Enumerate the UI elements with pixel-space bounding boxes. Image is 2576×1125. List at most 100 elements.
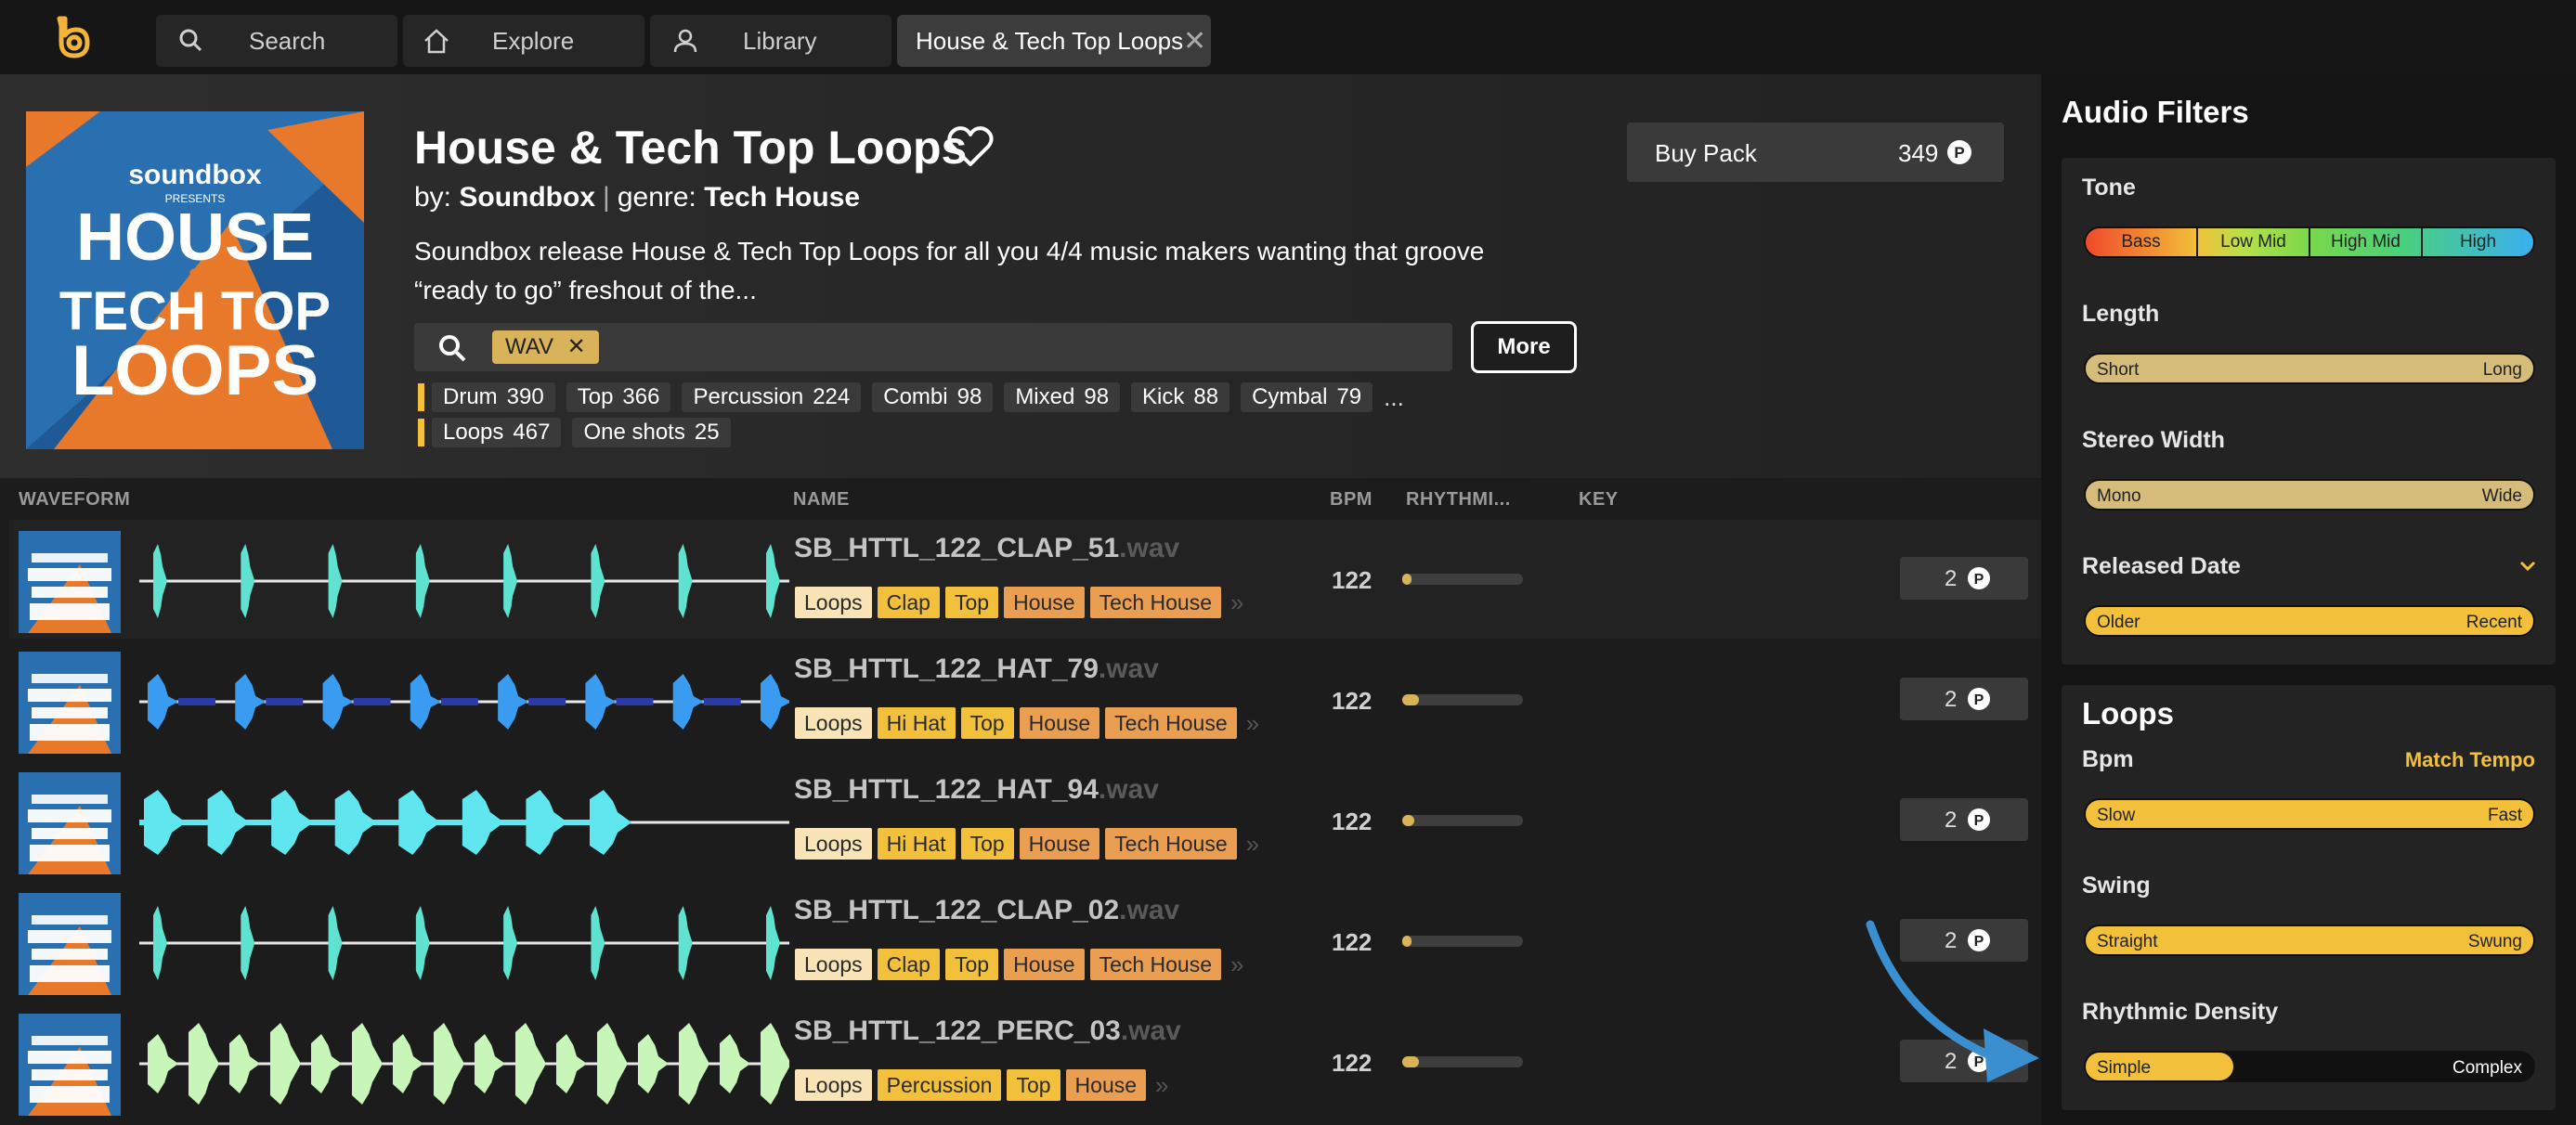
rhythmic-density-slider[interactable]: Simple Complex <box>2084 1051 2535 1082</box>
sample-pack-thumbnail[interactable] <box>19 893 121 995</box>
filter-chip[interactable]: Top 366 <box>566 382 671 412</box>
col-key[interactable]: KEY <box>1579 489 1619 511</box>
rhythm-meter <box>1402 815 1523 826</box>
table-row[interactable]: SB_HTTL_122_CLAP_02.wav Loops Clap Top House… <box>9 882 2041 1001</box>
sample-tag[interactable]: Tech House <box>1105 707 1237 739</box>
col-rhythm[interactable]: RHYTHMI... <box>1406 489 1511 511</box>
more-tags-icon[interactable]: » <box>1230 588 1243 617</box>
sample-tag[interactable]: Tech House <box>1105 828 1237 860</box>
sample-file-name[interactable]: SB_HTTL_122_HAT_79.wav <box>794 653 1159 685</box>
more-tags-icon[interactable]: » <box>1155 1071 1168 1100</box>
heart-icon[interactable] <box>947 125 994 168</box>
table-row[interactable]: SB_HTTL_122_HAT_94.wav Loops Hi Hat Top Hous… <box>9 761 2041 880</box>
released-date-label[interactable]: Released Date <box>2082 553 2241 580</box>
sample-file-name[interactable]: SB_HTTL_122_CLAP_02.wav <box>794 895 1179 926</box>
sample-tag[interactable]: Clap <box>877 949 940 980</box>
sample-file-name[interactable]: SB_HTTL_122_HAT_94.wav <box>794 774 1159 806</box>
waveform-display[interactable] <box>139 767 789 878</box>
sample-file-name[interactable]: SB_HTTL_122_CLAP_51.wav <box>794 533 1179 564</box>
pack-genre-link[interactable]: Tech House <box>704 182 860 213</box>
sample-tag[interactable]: Loops <box>795 587 872 618</box>
sample-tag[interactable]: House <box>1065 1069 1147 1101</box>
sample-tag[interactable]: Tech House <box>1089 587 1222 618</box>
sample-pack-thumbnail[interactable] <box>19 1014 121 1116</box>
stereo-width-slider[interactable]: Mono Wide <box>2084 479 2535 511</box>
released-date-slider[interactable]: Older Recent <box>2084 605 2535 637</box>
sample-tag[interactable]: Loops <box>795 1069 872 1101</box>
sample-pack-thumbnail[interactable] <box>19 531 121 633</box>
col-name[interactable]: NAME <box>793 489 850 511</box>
sample-tag[interactable]: Loops <box>795 949 872 980</box>
match-tempo-button[interactable]: Match Tempo <box>2405 748 2535 772</box>
length-slider[interactable]: Short Long <box>2084 353 2535 384</box>
filter-chip[interactable]: Drum 390 <box>432 382 555 412</box>
sample-price-button[interactable]: 2P <box>1900 798 2028 841</box>
sample-tag[interactable]: Clap <box>877 587 940 618</box>
more-tags-icon[interactable]: » <box>1246 709 1259 738</box>
density-max: Complex <box>2452 1058 2522 1078</box>
sample-tag[interactable]: Percussion <box>877 1069 1002 1101</box>
sample-tag[interactable]: Top <box>944 587 999 618</box>
table-row[interactable]: SB_HTTL_122_PERC_03.wav Loops Percussion To… <box>9 1002 2041 1121</box>
tone-band-high[interactable]: High <box>2423 228 2533 256</box>
tone-band-bass[interactable]: Bass <box>2086 228 2198 256</box>
tab-explore[interactable]: Explore <box>403 15 644 67</box>
filter-chip[interactable]: Cymbal 79 <box>1241 382 1373 412</box>
app-logo-icon[interactable] <box>48 15 93 59</box>
sample-pack-thumbnail[interactable] <box>19 652 121 754</box>
tone-band-low-mid[interactable]: Low Mid <box>2198 228 2310 256</box>
swing-slider[interactable]: Straight Swung <box>2084 925 2535 956</box>
sample-file-name[interactable]: SB_HTTL_122_PERC_03.wav <box>794 1015 1181 1047</box>
sample-tag[interactable]: Top <box>1007 1069 1060 1101</box>
filter-more-ellipsis[interactable]: ... <box>1384 383 1404 412</box>
tab-pack-active[interactable]: House & Tech Top Loops ✕ <box>897 15 1211 67</box>
buy-pack-button[interactable]: Buy Pack 349 P <box>1627 123 2004 182</box>
tab-search[interactable]: Search <box>156 15 397 67</box>
more-tags-icon[interactable]: » <box>1246 830 1259 859</box>
sample-tag[interactable]: House <box>1004 949 1085 980</box>
waveform-display[interactable] <box>139 1008 789 1119</box>
sample-tag[interactable]: Hi Hat <box>877 828 956 860</box>
filter-chip[interactable]: Loops 467 <box>432 418 562 447</box>
sample-tag[interactable]: Top <box>960 707 1014 739</box>
search-input[interactable]: WAV ✕ <box>414 323 1452 371</box>
sample-tag[interactable]: Top <box>944 949 999 980</box>
col-bpm[interactable]: BPM <box>1330 489 1373 511</box>
sample-tag[interactable]: House <box>1019 707 1100 739</box>
more-tags-icon[interactable]: » <box>1230 950 1243 979</box>
table-row[interactable]: SB_HTTL_122_CLAP_51.wav Loops Clap Top House… <box>9 520 2041 639</box>
waveform-display[interactable] <box>139 887 789 999</box>
sample-tag[interactable]: Hi Hat <box>877 707 956 739</box>
filter-chip[interactable]: One shots 25 <box>572 418 731 447</box>
bpm-slider[interactable]: Slow Fast <box>2084 798 2535 830</box>
filter-chip[interactable]: Combi 98 <box>872 382 994 412</box>
waveform-display[interactable] <box>139 525 789 637</box>
tone-band-high-mid[interactable]: High Mid <box>2310 228 2423 256</box>
sample-tag[interactable]: Loops <box>795 828 872 860</box>
filter-group-marker <box>418 419 424 446</box>
col-waveform[interactable]: WAVEFORM <box>19 489 130 511</box>
sample-pack-thumbnail[interactable] <box>19 772 121 874</box>
chevron-down-icon[interactable] <box>2518 559 2537 574</box>
sample-tag[interactable]: House <box>1019 828 1100 860</box>
sample-tag[interactable]: Loops <box>795 707 872 739</box>
waveform-tail <box>353 698 391 705</box>
close-icon[interactable]: ✕ <box>567 334 586 359</box>
filter-chip[interactable]: Mixed 98 <box>1004 382 1121 412</box>
sample-price-button[interactable]: 2P <box>1900 678 2028 720</box>
sample-tag[interactable]: Tech House <box>1089 949 1222 980</box>
sample-price-button[interactable]: 2P <box>1900 557 2028 600</box>
sample-tag[interactable]: House <box>1004 587 1085 618</box>
sample-bpm: 122 <box>1332 928 1373 956</box>
filter-chip[interactable]: Kick 88 <box>1131 382 1230 412</box>
sample-tag[interactable]: Top <box>960 828 1014 860</box>
filter-chip[interactable]: Percussion 224 <box>682 382 862 412</box>
tab-library[interactable]: Library <box>650 15 891 67</box>
search-filter-chip[interactable]: WAV ✕ <box>492 330 599 364</box>
waveform-display[interactable] <box>139 646 789 757</box>
tone-slider[interactable]: Bass Low Mid High Mid High <box>2084 226 2535 258</box>
table-row[interactable]: SB_HTTL_122_HAT_79.wav Loops Hi Hat Top Hous… <box>9 640 2041 759</box>
pack-author-link[interactable]: Soundbox <box>459 182 595 213</box>
more-button[interactable]: More <box>1471 321 1577 373</box>
close-icon[interactable]: ✕ <box>1183 25 1206 58</box>
